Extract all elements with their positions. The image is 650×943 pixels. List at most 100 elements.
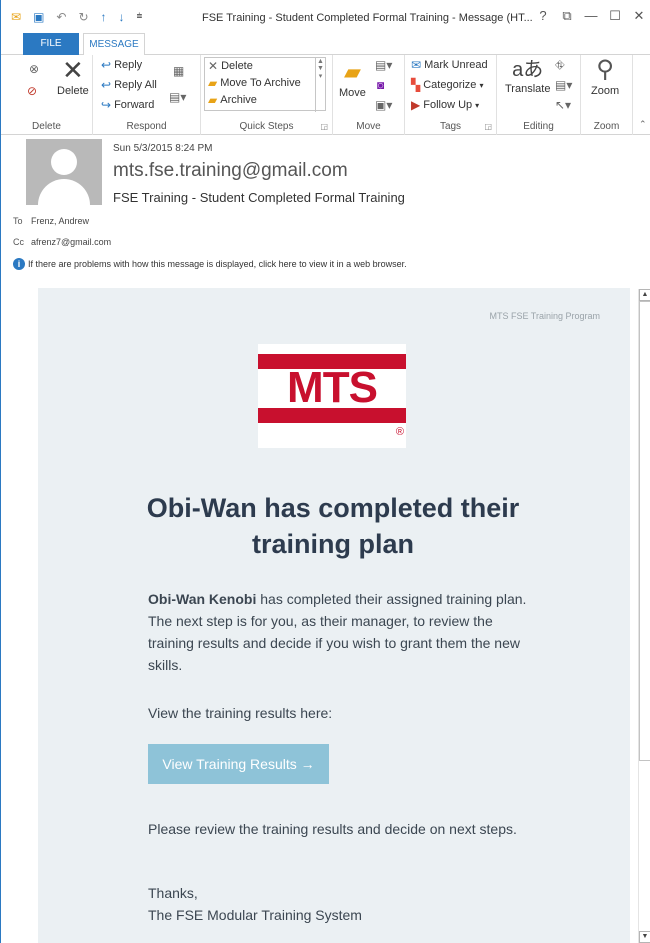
ribbon-tabs: FILE MESSAGE xyxy=(1,33,650,56)
quick-steps-scroll[interactable]: ▲ ▼ ▾ xyxy=(315,58,325,112)
message-body: MTS FSE Training Program MTS ® Obi-Wan h… xyxy=(21,280,638,943)
meeting-icon: ▦ xyxy=(173,64,185,78)
ribbon-display-button[interactable]: ⧉ xyxy=(555,8,579,24)
follow-up-button[interactable]: ▶ Follow Up ▾ xyxy=(411,99,479,111)
customize-toolbar-icon[interactable]: ⩧ xyxy=(137,10,143,24)
select-button[interactable]: ↖▾ xyxy=(555,99,571,111)
related-button[interactable]: ▤▾ xyxy=(555,79,572,91)
meeting-button[interactable]: ▦ xyxy=(173,65,184,77)
signoff: Thanks, xyxy=(148,885,198,901)
onenote-button[interactable]: ◙ xyxy=(377,79,384,91)
mts-logo: MTS ® xyxy=(258,344,406,448)
to-recipient[interactable]: Frenz, Andrew xyxy=(31,216,89,226)
rules-button[interactable]: ▤▾ xyxy=(375,59,392,71)
envelope-icon: ✉ xyxy=(411,58,422,72)
delete-small-icon: ✕ xyxy=(208,59,219,73)
translate-icon: aあ xyxy=(512,59,544,81)
find-button[interactable]: ⛗ xyxy=(555,59,565,71)
undo-icon[interactable]: ↶ xyxy=(56,10,66,24)
ribbon-group-tags: ✉ Mark Unread ▚ Categorize ▾ ▶ Follow Up ▾ Ta… xyxy=(405,55,497,135)
reply-all-label: Reply All xyxy=(114,79,157,91)
program-name: MTS FSE Training Program xyxy=(489,311,600,321)
headline: Obi-Wan has completed their training pla… xyxy=(146,493,520,559)
more-respond-button[interactable]: ▤▾ xyxy=(169,91,186,103)
save-icon[interactable]: ▣ xyxy=(33,10,44,24)
sender-address[interactable]: mts.fse.training@gmail.com xyxy=(113,160,348,182)
tab-message[interactable]: MESSAGE xyxy=(83,33,145,56)
scroll-thumb[interactable] xyxy=(639,301,650,761)
help-button[interactable]: ? xyxy=(531,8,555,24)
ribbon-group-delete: ⊗ ⊘ ✕ Delete Delete xyxy=(1,55,93,135)
signature: The FSE Modular Training System xyxy=(148,907,362,923)
cc-label: Cc xyxy=(13,237,24,247)
tab-file[interactable]: FILE xyxy=(23,33,79,55)
group-label-zoom: Zoom xyxy=(593,121,620,132)
scroll-up-button[interactable]: ▲ xyxy=(639,289,650,301)
collapse-ribbon-icon[interactable]: ⌃ xyxy=(639,119,647,130)
forward-button[interactable]: ↪ Forward xyxy=(101,99,154,111)
group-label-tags: Tags xyxy=(439,121,462,132)
quick-step-delete[interactable]: ✕ Delete xyxy=(208,60,253,72)
mark-unread-button[interactable]: ✉ Mark Unread xyxy=(411,59,488,71)
move-button[interactable]: ▰ Move xyxy=(339,59,366,99)
redo-icon[interactable]: ↻ xyxy=(78,10,88,24)
ignore-button[interactable]: ⊗ xyxy=(29,63,39,75)
forward-label: Forward xyxy=(114,99,155,111)
archive-folder-icon: ▰ xyxy=(208,93,218,107)
actions-icon: ▣▾ xyxy=(375,98,393,112)
view-training-results-button[interactable]: View Training Results → xyxy=(148,744,329,784)
info-bar-text: If there are problems with how this mess… xyxy=(28,259,407,269)
quick-step-archive[interactable]: ▰ Archive xyxy=(208,94,257,106)
next-item-icon[interactable]: ↓ xyxy=(119,10,125,24)
avatar[interactable] xyxy=(26,139,102,205)
student-name: Obi-Wan Kenobi xyxy=(148,591,257,607)
paragraph-review: Please review the training results and d… xyxy=(148,821,517,837)
mark-unread-label: Mark Unread xyxy=(424,59,488,71)
paragraph-completed: Obi-Wan Kenobi has completed their assig… xyxy=(148,588,528,676)
email-card: MTS FSE Training Program MTS ® Obi-Wan h… xyxy=(38,288,630,943)
translate-button[interactable]: aあ Translate xyxy=(505,57,550,95)
chevron-down-icon: ▾ xyxy=(475,100,480,110)
cc-line: Cc afrenz7@gmail.com xyxy=(13,237,111,247)
reply-all-icon: ↩ xyxy=(101,78,112,92)
zoom-button[interactable]: ⚲ Zoom xyxy=(591,57,619,98)
move-folder-icon: ▰ xyxy=(343,59,361,84)
group-label-respond: Respond xyxy=(126,121,167,132)
cc-recipient[interactable]: afrenz7@gmail.com xyxy=(31,237,111,247)
body-scrollbar[interactable]: ▲ ▼ xyxy=(638,289,650,943)
maximize-button[interactable]: ☐ xyxy=(603,8,627,24)
reply-label: Reply xyxy=(114,59,143,71)
quick-steps-launcher-icon[interactable]: ◲ xyxy=(320,122,328,131)
logo-wordmark: MTS xyxy=(287,363,378,412)
quick-access-toolbar: ✉ ▣ ↶ ↻ ↑ ↓ ⩧ xyxy=(11,10,142,24)
junk-icon: ⊘ xyxy=(27,84,38,98)
delete-label: Delete xyxy=(57,85,89,97)
to-line: To Frenz, Andrew xyxy=(13,216,89,226)
junk-button[interactable]: ⊘ xyxy=(27,85,37,97)
reply-all-button[interactable]: ↩ Reply All xyxy=(101,79,157,91)
select-cursor-icon: ↖▾ xyxy=(555,98,572,112)
close-button[interactable]: ✕ xyxy=(627,8,650,24)
group-label-editing: Editing xyxy=(523,121,554,132)
tags-launcher-icon[interactable]: ◲ xyxy=(484,122,492,131)
group-label-move: Move xyxy=(356,121,381,132)
actions-button[interactable]: ▣▾ xyxy=(375,99,392,111)
categorize-button[interactable]: ▚ Categorize ▾ xyxy=(411,79,483,91)
to-label: To xyxy=(13,216,23,226)
message-subject: FSE Training - Student Completed Formal … xyxy=(113,190,405,205)
outlook-message-window: ✉ ▣ ↶ ↻ ↑ ↓ ⩧ FSE Training - Student Com… xyxy=(0,0,650,943)
registered-mark: ® xyxy=(395,426,404,438)
minimize-button[interactable]: — xyxy=(579,8,603,24)
categorize-icon: ▚ xyxy=(411,78,421,92)
quick-steps-gallery: ✕ Delete ▰ Move To Archive ▰ Archive ▲ ▼ ▾ xyxy=(204,57,326,112)
ribbon-group-quick-steps: ✕ Delete ▰ Move To Archive ▰ Archive ▲ ▼ ▾ Qu… xyxy=(201,55,333,135)
quick-step-move-to-archive[interactable]: ▰ Move To Archive xyxy=(208,77,301,89)
follow-up-label: Follow Up xyxy=(423,99,473,111)
delete-button[interactable]: ✕ Delete xyxy=(57,57,89,97)
info-bar[interactable]: i If there are problems with how this me… xyxy=(13,258,407,270)
scroll-down-button[interactable]: ▼ xyxy=(639,931,650,943)
avatar-body xyxy=(38,179,90,205)
paragraph-view-results: View the training results here: xyxy=(148,705,333,721)
reply-button[interactable]: ↩ Reply xyxy=(101,59,142,71)
previous-item-icon[interactable]: ↑ xyxy=(101,10,107,24)
